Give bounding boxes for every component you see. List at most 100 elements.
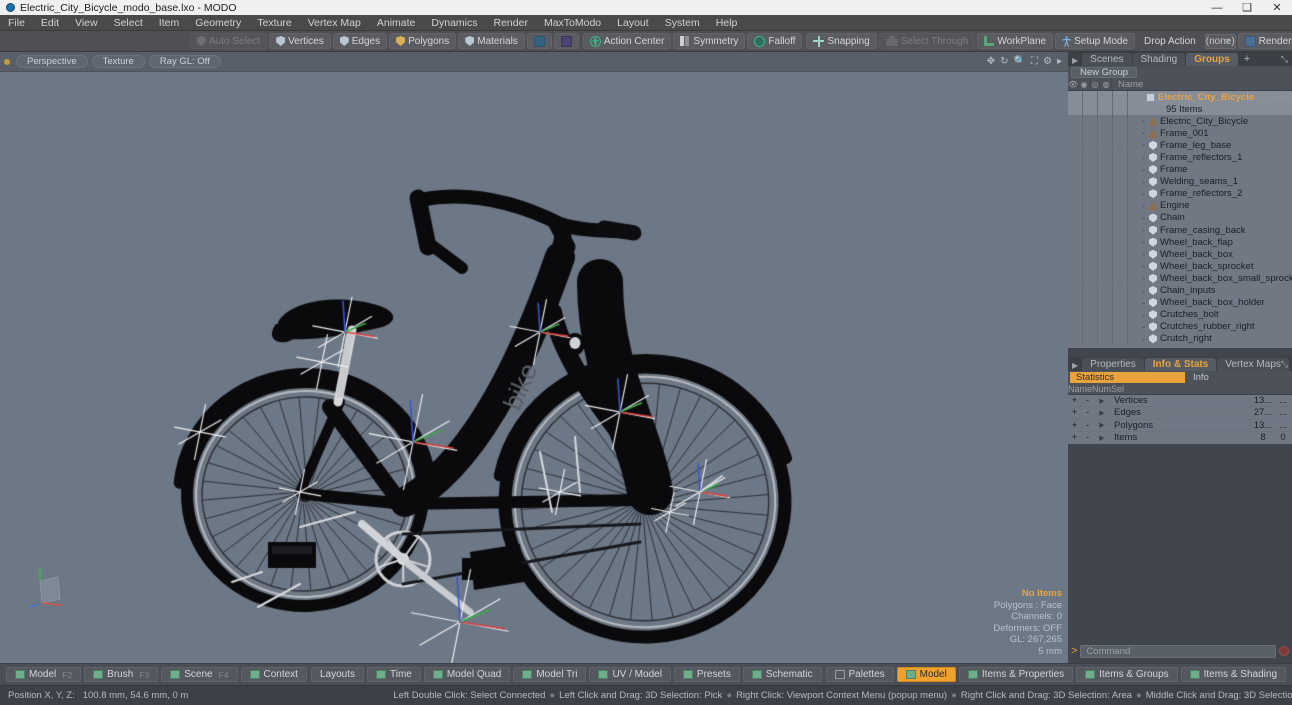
menu-item-vertex-map[interactable]: Vertex Map: [300, 15, 369, 31]
tab-scroll-arrow-icon[interactable]: ▶: [1072, 56, 1081, 66]
eye-icon[interactable]: 👁: [1068, 78, 1079, 91]
stat-remove-button[interactable]: -: [1081, 420, 1094, 431]
list-item[interactable]: - Wheel_back_sprocket: [1068, 260, 1292, 273]
menu-item-item[interactable]: Item: [151, 15, 187, 31]
tab-shading[interactable]: Shading: [1132, 53, 1186, 66]
list-item[interactable]: - Crutch_right: [1068, 332, 1292, 345]
layout-button-schematic[interactable]: Schematic: [742, 667, 822, 682]
item-visibility-columns[interactable]: [1068, 127, 1128, 140]
item-visibility-columns[interactable]: [1068, 175, 1128, 188]
item-visibility-columns[interactable]: [1068, 187, 1128, 200]
stat-add-button[interactable]: +: [1068, 395, 1081, 406]
tab-properties[interactable]: Properties: [1082, 358, 1144, 371]
render-icon[interactable]: ◉: [1079, 78, 1090, 91]
tab-vertex-maps[interactable]: Vertex Maps: [1217, 358, 1289, 371]
list-item[interactable]: - Wheel_back_box: [1068, 248, 1292, 261]
toolbar-button-materials[interactable]: Materials: [458, 33, 525, 49]
item-visibility-columns[interactable]: [1068, 139, 1128, 152]
list-item[interactable]: - Wheel_back_flap: [1068, 236, 1292, 249]
statistics-table[interactable]: + - ▶ Vertices 13...... + - ▶ Edges 27...... + - ▶ Po…: [1068, 395, 1292, 445]
palette-button-items-properties[interactable]: Items & Properties: [958, 667, 1074, 682]
menu-item-texture[interactable]: Texture: [249, 15, 299, 31]
toolbar-button-sphere-blue-icon[interactable]: [526, 33, 552, 49]
list-item[interactable]: - Frame_casing_back: [1068, 224, 1292, 237]
tab-scroll-arrow-icon[interactable]: ▶: [1072, 361, 1081, 371]
stat-remove-button[interactable]: -: [1081, 407, 1094, 418]
item-list[interactable]: Electric_City_Bicycle(2) Group95 Items-E…: [1068, 91, 1292, 348]
menu-item-help[interactable]: Help: [708, 15, 746, 31]
wire-icon[interactable]: ◍: [1101, 78, 1112, 91]
toolbar-button-snapping[interactable]: Snapping: [806, 33, 877, 49]
mode-button-context[interactable]: Context: [240, 667, 307, 682]
toolbar-button-action-center[interactable]: Action Center: [582, 33, 672, 49]
zoom-icon[interactable]: 🔍: [1014, 56, 1026, 67]
menu-item-select[interactable]: Select: [106, 15, 151, 31]
menu-item-geometry[interactable]: Geometry: [187, 15, 249, 31]
lock-icon[interactable]: ◎: [1090, 78, 1101, 91]
viewport-shading-button[interactable]: Texture: [91, 55, 145, 68]
expand-panel-icon[interactable]: ⤡: [1281, 359, 1288, 370]
drop-action-select[interactable]: (none): [1204, 33, 1236, 49]
toolbar-button-symmetry[interactable]: Symmetry: [673, 33, 746, 49]
stat-add-button[interactable]: +: [1068, 432, 1081, 443]
list-item[interactable]: - Wheel_back_box_holder: [1068, 296, 1292, 309]
layout-button-presets[interactable]: Presets: [673, 667, 740, 682]
menu-item-animate[interactable]: Animate: [369, 15, 424, 31]
toolbar-button-select-through[interactable]: Select Through: [878, 33, 976, 49]
list-item[interactable]: - Frame_001: [1068, 127, 1292, 140]
layout-button-uv-model[interactable]: UV / Model: [589, 667, 671, 682]
item-visibility-columns[interactable]: [1068, 284, 1128, 297]
menu-item-view[interactable]: View: [67, 15, 106, 31]
group-row[interactable]: Electric_City_Bicycle(2) Group: [1068, 91, 1292, 104]
settings-icon[interactable]: ⚙: [1043, 56, 1052, 67]
menu-item-render[interactable]: Render: [486, 15, 536, 31]
menu-item-system[interactable]: System: [657, 15, 708, 31]
stat-add-button[interactable]: +: [1068, 407, 1081, 418]
toolbar-button-polygons[interactable]: Polygons: [389, 33, 457, 49]
item-visibility-columns[interactable]: [1068, 332, 1128, 345]
mode-button-model[interactable]: Model F2: [6, 667, 82, 682]
item-visibility-columns[interactable]: [1068, 308, 1128, 321]
new-group-button[interactable]: New Group: [1071, 67, 1138, 78]
expand-triangle-icon[interactable]: ▶: [1094, 397, 1110, 405]
tab-scenes[interactable]: Scenes: [1082, 53, 1132, 66]
close-button[interactable]: ✕: [1262, 0, 1292, 15]
tab-groups[interactable]: Groups: [1186, 53, 1238, 66]
rotate-icon[interactable]: ↻: [1000, 56, 1008, 67]
stat-remove-button[interactable]: -: [1081, 432, 1094, 443]
layout-button-layouts[interactable]: Layouts: [310, 667, 364, 682]
menu-item-dynamics[interactable]: Dynamics: [423, 15, 485, 31]
item-visibility-columns[interactable]: [1068, 260, 1128, 273]
expand-triangle-icon[interactable]: ▶: [1094, 421, 1110, 429]
layout-button-model-tri[interactable]: Model Tri: [513, 667, 587, 682]
toolbar-button-auto-select[interactable]: Auto Select: [190, 33, 268, 49]
item-visibility-columns[interactable]: [1068, 272, 1128, 285]
list-item[interactable]: - Electric_City_Bicycle: [1068, 115, 1292, 128]
table-row[interactable]: + - ▶ Edges 27......: [1068, 407, 1292, 420]
palette-button-items-groups[interactable]: Items & Groups: [1076, 667, 1178, 682]
list-item[interactable]: - Frame_reflectors_1: [1068, 151, 1292, 164]
list-item[interactable]: - Frame: [1068, 163, 1292, 176]
table-row[interactable]: + - ▶ Vertices 13......: [1068, 395, 1292, 408]
item-visibility-columns[interactable]: [1068, 199, 1128, 212]
menu-item-maxtomodo[interactable]: MaxToModo: [536, 15, 609, 31]
list-item[interactable]: - Chain_inputs: [1068, 284, 1292, 297]
item-visibility-columns[interactable]: [1068, 163, 1128, 176]
list-item[interactable]: - Frame_reflectors_2: [1068, 187, 1292, 200]
tab-info[interactable]: Info: [1187, 372, 1215, 383]
menu-item-edit[interactable]: Edit: [33, 15, 67, 31]
list-item[interactable]: - Chain: [1068, 211, 1292, 224]
list-item[interactable]: - Frame_leg_base: [1068, 139, 1292, 152]
toolbar-button-sphere-purple-icon[interactable]: [553, 33, 579, 49]
list-item[interactable]: - Welding_seams_1: [1068, 175, 1292, 188]
expand-triangle-icon[interactable]: ▶: [1094, 434, 1110, 442]
item-visibility-columns[interactable]: [1068, 151, 1128, 164]
command-input[interactable]: Command: [1080, 644, 1276, 658]
tab-statistics[interactable]: Statistics: [1070, 372, 1185, 383]
table-row[interactable]: + - ▶ Items 8 0: [1068, 432, 1292, 445]
menu-item-file[interactable]: File: [0, 15, 33, 31]
viewport-3d[interactable]: Perspective Texture Ray GL: Off ✥ ↻ 🔍 ⛶ …: [0, 52, 1068, 663]
item-visibility-columns[interactable]: [1068, 115, 1128, 128]
item-visibility-columns[interactable]: [1068, 103, 1128, 116]
toolbar-button-edges[interactable]: Edges: [332, 33, 388, 49]
